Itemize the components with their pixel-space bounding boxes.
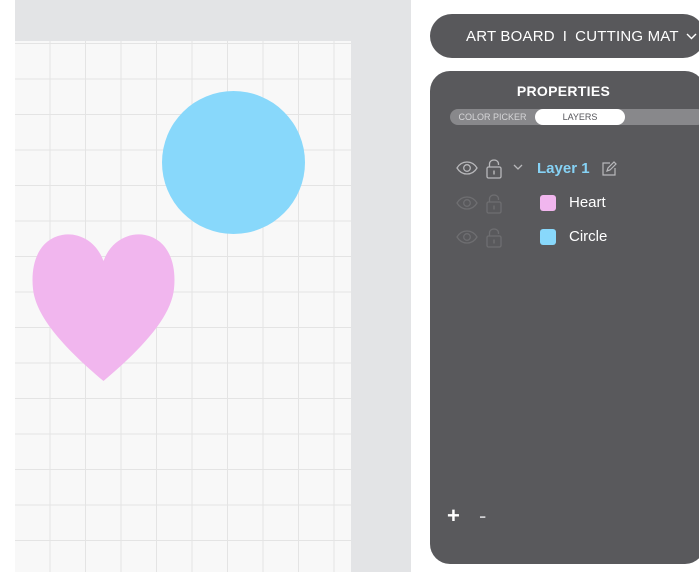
cutting-mat[interactable] <box>15 41 351 572</box>
artboard-selector[interactable]: ART BOARD I CUTTING MAT <box>430 14 699 58</box>
heart-shape[interactable] <box>32 234 175 382</box>
tab-color-picker[interactable]: COLOR PICKER <box>450 109 535 125</box>
layer-item-label: Heart <box>569 194 606 211</box>
cutting-mat-label: CUTTING MAT <box>575 27 679 45</box>
lock-open-icon[interactable] <box>486 159 502 179</box>
tab-layers[interactable]: LAYERS <box>535 109 625 125</box>
chevron-down-icon[interactable] <box>686 33 697 40</box>
eye-icon[interactable] <box>456 161 478 175</box>
panel-title: PROPERTIES <box>516 83 611 99</box>
eye-icon[interactable] <box>456 230 478 244</box>
color-swatch <box>540 229 556 245</box>
layer-group-row[interactable]: Layer 1 <box>456 157 696 181</box>
artboard-label: ART BOARD <box>466 27 555 45</box>
lock-open-icon[interactable] <box>486 228 502 248</box>
eye-icon[interactable] <box>456 196 478 210</box>
remove-layer-button[interactable]: - <box>479 505 486 527</box>
color-swatch <box>540 195 556 211</box>
layer-item-circle[interactable]: Circle <box>456 226 696 250</box>
canvas-area <box>15 0 411 572</box>
lock-open-icon[interactable] <box>486 194 502 214</box>
add-layer-button[interactable]: + <box>447 505 460 527</box>
circle-shape[interactable] <box>162 91 305 234</box>
edit-icon[interactable] <box>601 161 617 177</box>
separator: I <box>562 27 568 45</box>
panel-tabs: COLOR PICKER LAYERS <box>450 109 699 125</box>
layer-item-heart[interactable]: Heart <box>456 192 696 216</box>
layer-name[interactable]: Layer 1 <box>537 160 590 177</box>
chevron-down-icon[interactable] <box>513 164 523 171</box>
properties-panel: PROPERTIES COLOR PICKER LAYERS Layer 1 H… <box>430 71 699 564</box>
layer-item-label: Circle <box>569 228 608 245</box>
